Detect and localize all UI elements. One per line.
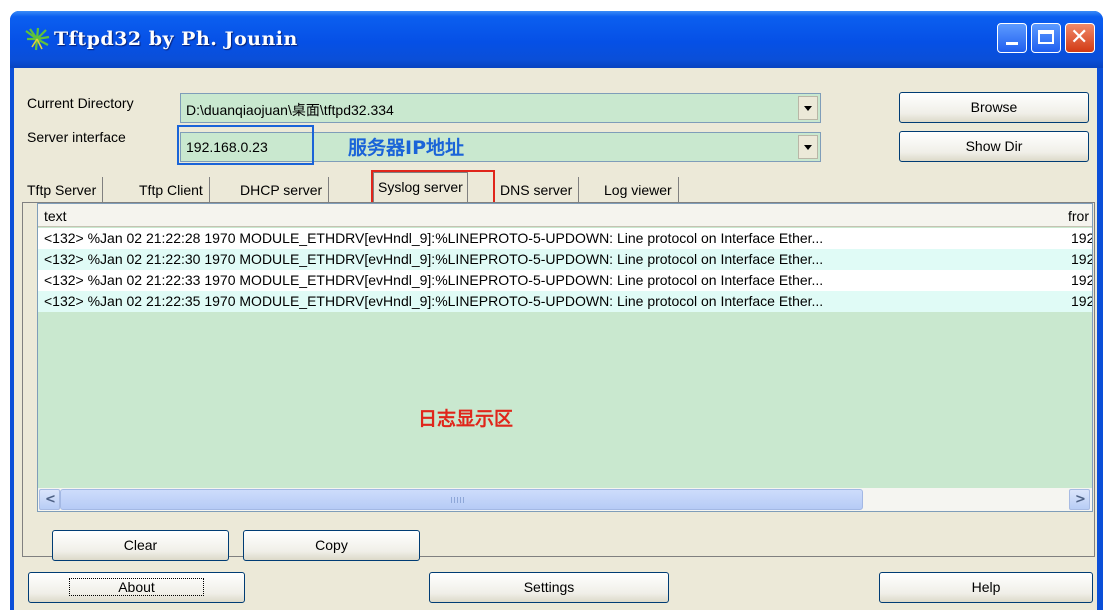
help-label: Help: [971, 579, 1001, 595]
about-button[interactable]: About: [28, 572, 245, 603]
help-button[interactable]: Help: [879, 572, 1093, 603]
table-row[interactable]: <132> %Jan 02 21:22:30 1970 MODULE_ETHDR…: [38, 249, 1092, 270]
column-header-text[interactable]: text: [44, 208, 67, 224]
chevron-down-icon[interactable]: [798, 96, 818, 120]
current-directory-label: Current Directory: [27, 95, 134, 111]
chevron-down-icon[interactable]: [798, 135, 818, 159]
log-area-annotation: 日志显示区: [418, 408, 514, 430]
server-interface-label: Server interface: [27, 129, 126, 145]
row-text: <132> %Jan 02 21:22:30 1970 MODULE_ETHDR…: [44, 251, 824, 267]
copy-button[interactable]: Copy: [243, 530, 420, 561]
maximize-button[interactable]: [1031, 23, 1061, 53]
client-area: Current Directory D:\duanqiaojuan\桌面\tft…: [14, 68, 1097, 610]
row-from: 192: [1071, 293, 1093, 309]
close-button[interactable]: ✕: [1065, 23, 1095, 53]
table-row[interactable]: <132> %Jan 02 21:22:33 1970 MODULE_ETHDR…: [38, 270, 1092, 291]
app-window: Tftpd32 by Ph. Jounin ✕ Current Director…: [10, 11, 1103, 610]
server-ip-annotation: 服务器IP地址: [348, 137, 464, 159]
tree-icon: [25, 27, 50, 51]
row-from: 192: [1071, 272, 1093, 288]
browse-label: Browse: [970, 99, 1018, 115]
table-row[interactable]: <132> %Jan 02 21:22:35 1970 MODULE_ETHDR…: [38, 291, 1092, 312]
tab-tftp-server[interactable]: Tftp Server: [27, 177, 104, 203]
table-row[interactable]: <132> %Jan 02 21:22:28 1970 MODULE_ETHDR…: [38, 228, 1092, 249]
title-bar[interactable]: Tftpd32 by Ph. Jounin ✕: [10, 11, 1103, 68]
show-dir-label: Show Dir: [965, 138, 1023, 154]
row-text: <132> %Jan 02 21:22:33 1970 MODULE_ETHDR…: [44, 272, 824, 288]
arrow-left-icon: <: [45, 492, 56, 507]
list-rows: <132> %Jan 02 21:22:28 1970 MODULE_ETHDR…: [38, 228, 1092, 312]
row-text: <132> %Jan 02 21:22:28 1970 MODULE_ETHDR…: [44, 230, 824, 246]
row-from: 192: [1071, 230, 1093, 246]
syslog-list[interactable]: text fror <132> %Jan 02 21:22:28 1970 MO…: [37, 203, 1093, 512]
clear-button[interactable]: Clear: [52, 530, 229, 561]
browse-button[interactable]: Browse: [899, 92, 1089, 123]
close-icon: ✕: [1070, 25, 1089, 50]
current-directory-combo[interactable]: D:\duanqiaojuan\桌面\tftpd32.334: [180, 93, 821, 123]
horizontal-scrollbar[interactable]: < >: [38, 488, 1092, 511]
show-dir-button[interactable]: Show Dir: [899, 131, 1089, 162]
arrow-right-icon: >: [1075, 492, 1086, 507]
copy-label: Copy: [315, 537, 348, 553]
clear-label: Clear: [123, 537, 158, 553]
minimize-icon: [1006, 42, 1018, 45]
settings-label: Settings: [523, 579, 575, 595]
tab-dns-server[interactable]: DNS server: [500, 177, 580, 203]
maximize-icon: [1038, 30, 1054, 44]
settings-button[interactable]: Settings: [429, 572, 669, 603]
row-text: <132> %Jan 02 21:22:35 1970 MODULE_ETHDR…: [44, 293, 824, 309]
about-label: About: [69, 578, 204, 596]
ip-highlight-box: [177, 125, 314, 165]
tab-tftp-client[interactable]: Tftp Client: [139, 177, 210, 203]
window-title: Tftpd32 by Ph. Jounin: [54, 28, 298, 50]
row-from: 192: [1071, 251, 1093, 267]
scroll-left-button[interactable]: <: [39, 489, 60, 510]
list-header: text fror: [38, 204, 1092, 227]
tab-log-viewer[interactable]: Log viewer: [604, 177, 679, 203]
column-header-from[interactable]: fror: [1068, 208, 1089, 224]
grip-icon: [451, 497, 465, 503]
scroll-thumb[interactable]: [60, 489, 863, 510]
minimize-button[interactable]: [997, 23, 1027, 53]
scroll-right-button[interactable]: >: [1069, 489, 1090, 510]
current-directory-value: D:\duanqiaojuan\桌面\tftpd32.334: [186, 102, 394, 118]
tab-dhcp-server[interactable]: DHCP server: [240, 177, 330, 203]
